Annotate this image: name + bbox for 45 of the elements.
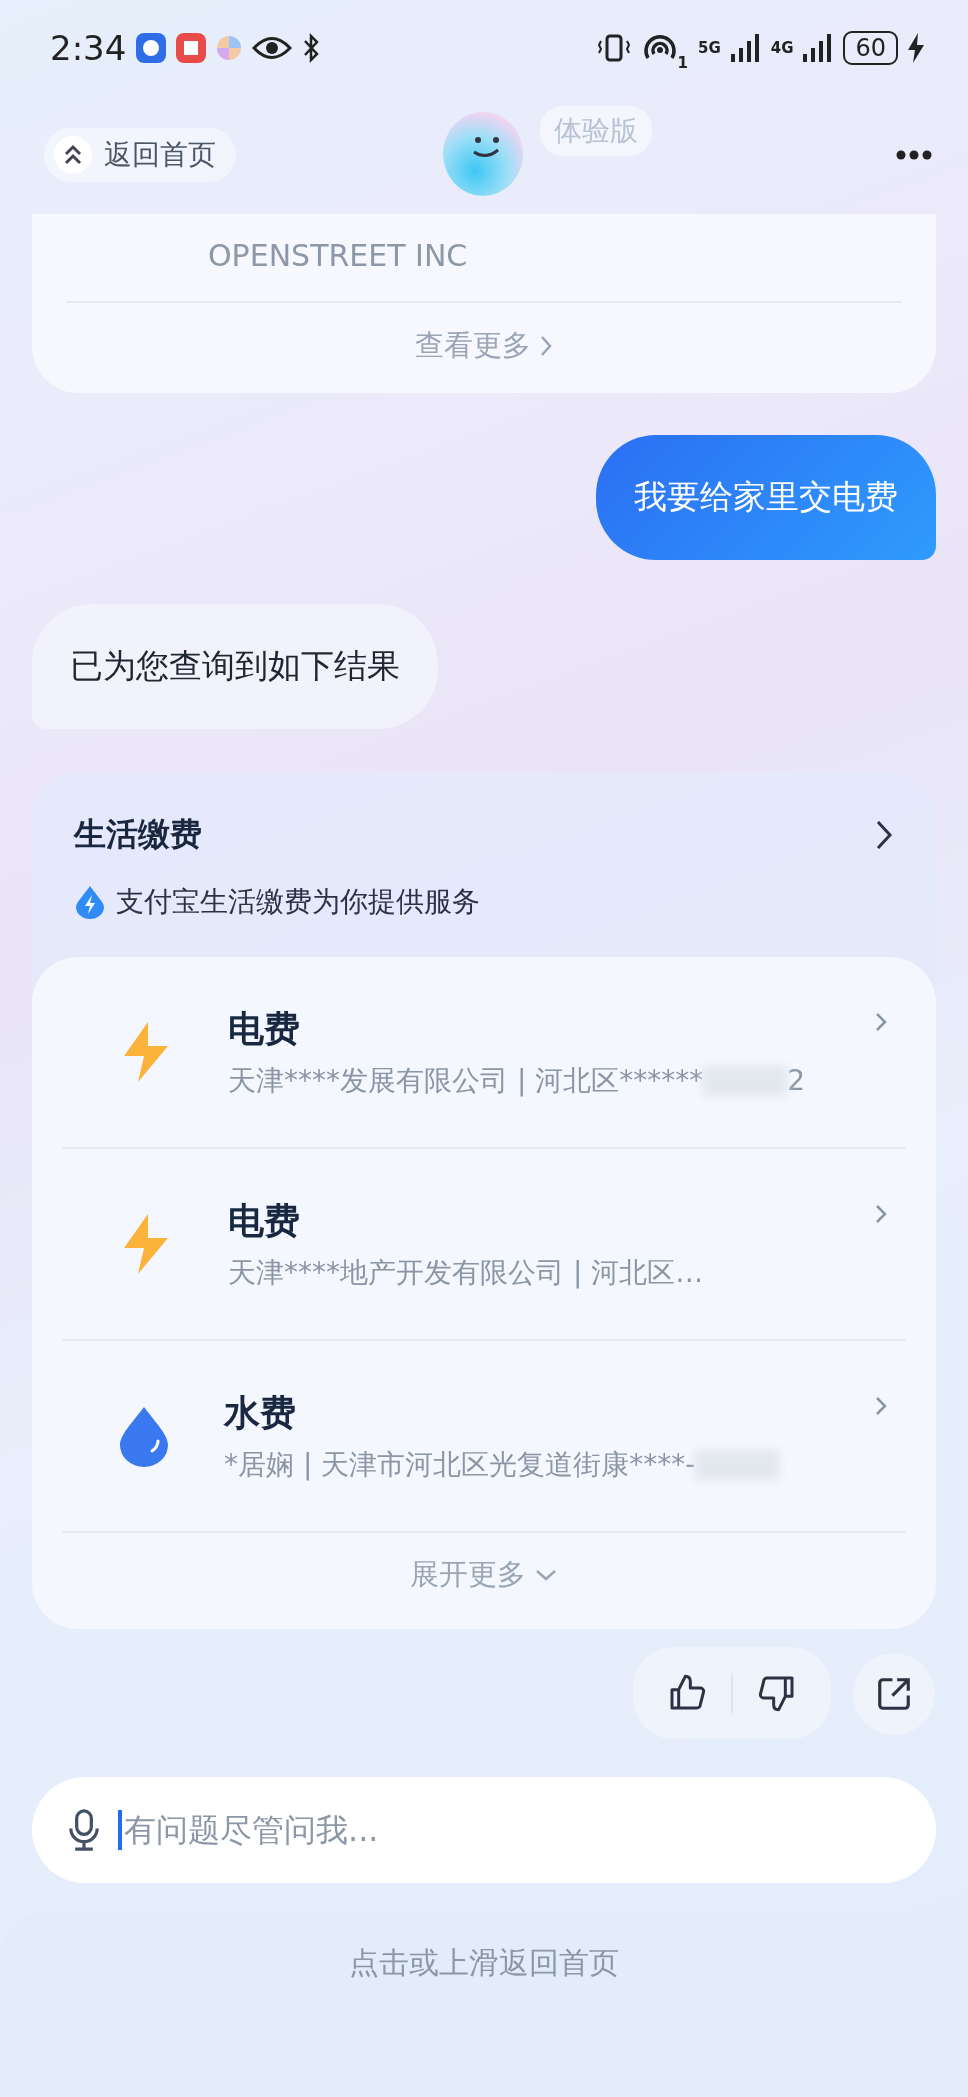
microphone-icon[interactable] <box>66 1808 102 1852</box>
lightning-badge-icon <box>74 885 106 919</box>
bot-message: 已为您查询到如下结果 <box>32 604 438 729</box>
question-field[interactable]: 有问题尽管问我... <box>118 1810 902 1850</box>
share-icon <box>875 1675 913 1713</box>
chevron-right-icon <box>874 1395 888 1417</box>
bluetooth-icon <box>302 33 321 63</box>
bill-item[interactable]: 水费 *居娴 | 天津市河北区光复道街康****- <box>62 1341 906 1533</box>
back-home-button[interactable]: 返回首页 <box>44 128 236 182</box>
hotspot-count: 1 <box>677 55 688 71</box>
bill-item[interactable]: 电费 天津****发展有限公司 | 河北区****** 2 <box>62 957 906 1149</box>
battery-level: 60 <box>843 31 898 65</box>
bill-subtitle: *居娴 | 天津市河北区光复道街康****- <box>224 1446 696 1483</box>
bill-subtitle-tail: 2 <box>787 1064 806 1097</box>
eye-icon <box>252 35 293 61</box>
bill-title: 水费 <box>224 1390 297 1435</box>
chevron-right-icon <box>874 1203 888 1225</box>
vibrate-icon <box>595 33 632 63</box>
bill-subtitle: 天津****发展有限公司 | 河北区****** <box>228 1062 704 1099</box>
app-icon <box>136 33 167 63</box>
status-time: 2:34 <box>50 28 127 68</box>
water-drop-icon <box>118 1405 170 1467</box>
return-home-hint: 点击或上滑返回首页 <box>349 1944 619 1982</box>
service-title: 生活缴费 <box>74 814 202 855</box>
trial-badge: 体验版 <box>540 106 652 156</box>
double-chevron-up-icon <box>63 144 83 166</box>
question-input-bar[interactable]: 有问题尽管问我... <box>32 1777 936 1883</box>
company-name: OPENSTREET INC <box>207 238 469 273</box>
bill-subtitle: 天津****地产开发有限公司 | 河北区… <box>228 1254 704 1291</box>
chevron-down-icon <box>534 1568 558 1582</box>
bill-title: 电费 <box>228 1198 301 1243</box>
bill-title: 电费 <box>228 1006 301 1051</box>
bill-item[interactable]: 电费 天津****地产开发有限公司 | 河北区… <box>62 1149 906 1341</box>
charging-icon <box>908 33 924 63</box>
chevron-right-icon[interactable] <box>874 818 894 852</box>
provider-text: 支付宝生活缴费为你提供服务 <box>116 884 480 920</box>
chevron-right-icon <box>874 1011 888 1033</box>
user-message: 我要给家里交电费 <box>596 435 936 560</box>
network-type: 4G <box>770 40 794 56</box>
signal-icon <box>803 34 834 62</box>
more-icon[interactable] <box>896 150 932 160</box>
network-type: 5G <box>697 40 721 56</box>
chevron-right-icon <box>539 334 553 358</box>
signal-icon <box>730 34 761 62</box>
colorful-circle-icon <box>216 35 243 61</box>
